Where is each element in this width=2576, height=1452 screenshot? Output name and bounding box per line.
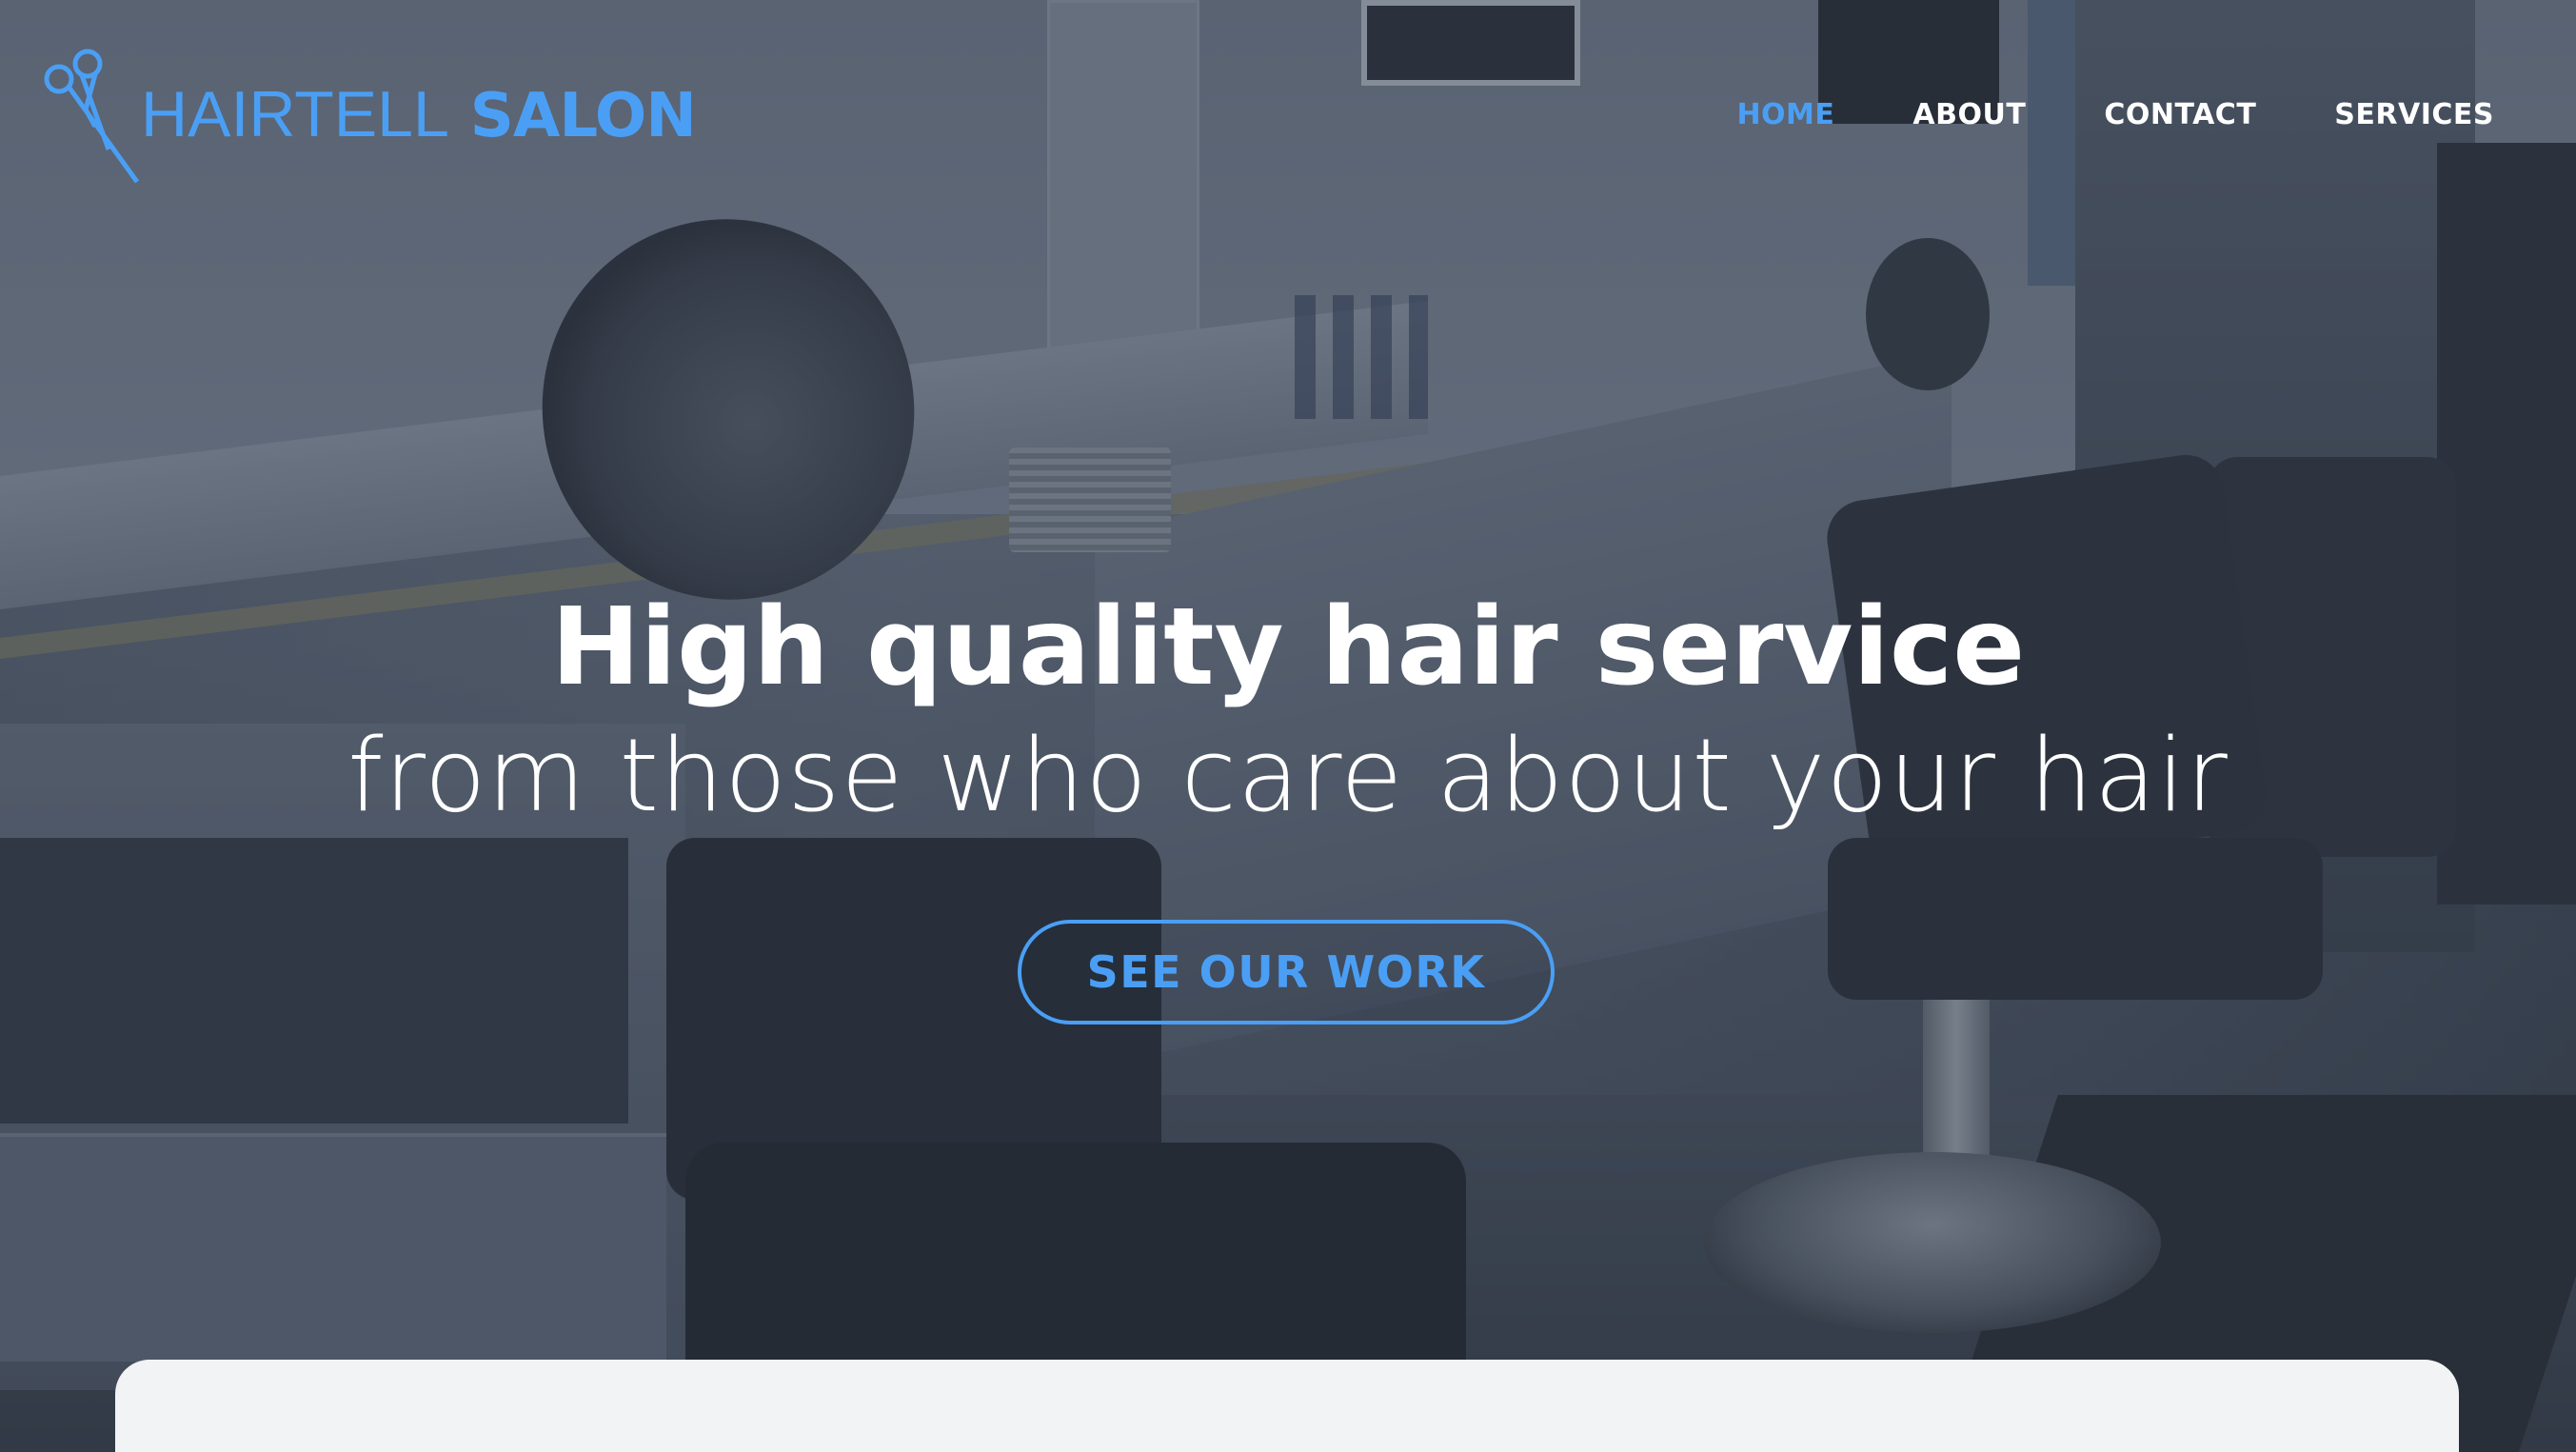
nav-services[interactable]: SERVICES <box>2334 91 2494 139</box>
content-card <box>115 1360 2459 1452</box>
hero-section: HAIRTELL SALON HOME ABOUT CONTACT SERVICE… <box>0 0 2576 1452</box>
brand-name-light: HAIRTELL <box>141 78 449 150</box>
brand-name: HAIRTELL SALON <box>141 82 697 147</box>
site-logo[interactable]: HAIRTELL SALON <box>42 38 697 190</box>
hero-headline: High quality hair service <box>550 586 2026 709</box>
hero-subline: from those who care about your hair <box>347 717 2229 834</box>
nav-contact[interactable]: CONTACT <box>2104 91 2256 139</box>
scissors-icon <box>44 49 140 184</box>
see-our-work-button[interactable]: SEE OUR WORK <box>1018 920 1555 1024</box>
nav-home[interactable]: HOME <box>1736 91 1834 139</box>
nav-about[interactable]: ABOUT <box>1912 91 2026 139</box>
brand-name-bold: SALON <box>469 81 697 151</box>
main-nav: HOME ABOUT CONTACT SERVICES <box>1658 91 2494 139</box>
